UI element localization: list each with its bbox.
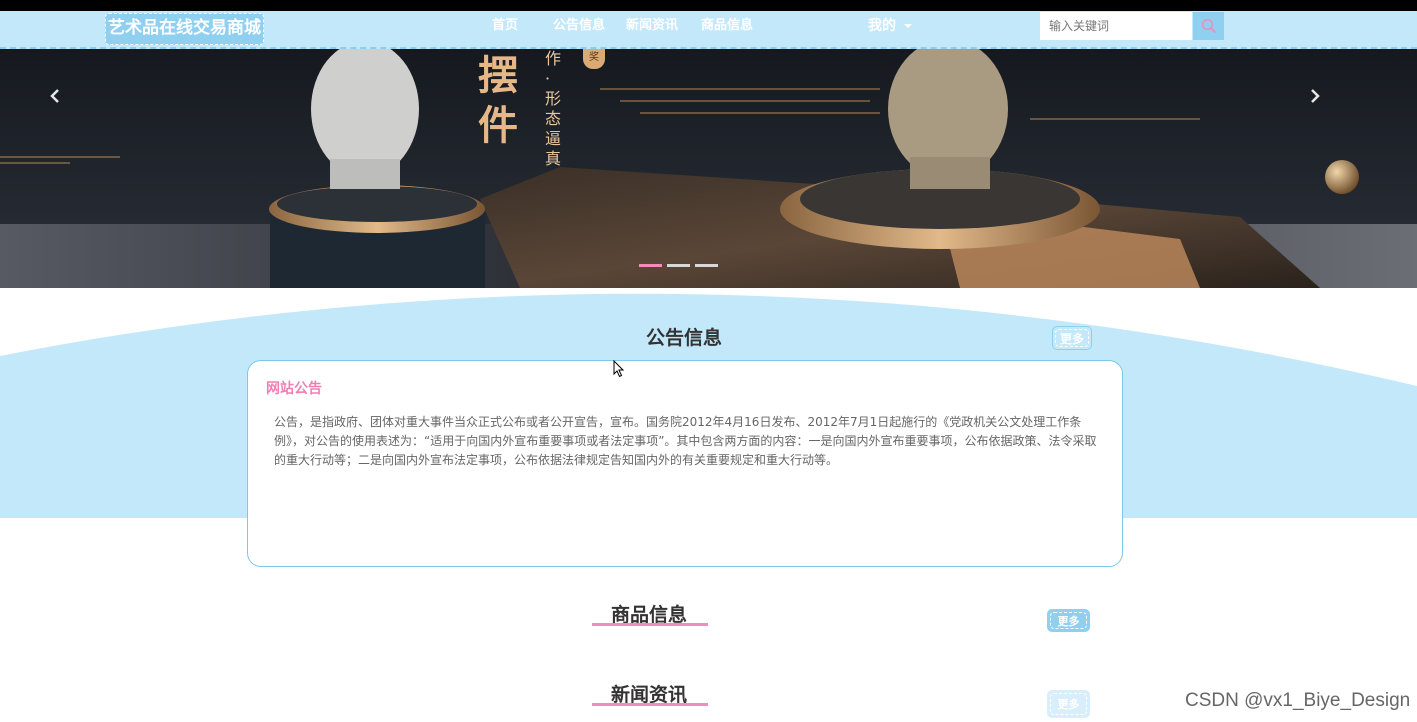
carousel-prev-button[interactable]	[45, 84, 65, 108]
banner-carousel: 摆件 作·形态逼真 奖	[0, 49, 1417, 288]
search-button[interactable]	[1193, 12, 1224, 40]
mouse-cursor-icon	[613, 360, 625, 378]
nav-item-home[interactable]: 首页	[492, 11, 518, 47]
nav-item-news[interactable]: 新闻资讯	[626, 11, 678, 47]
nav-item-notice[interactable]: 公告信息	[553, 11, 605, 47]
products-title-underline	[592, 623, 708, 626]
notice-section-title: 公告信息	[646, 327, 723, 349]
news-more-label: 更多	[1050, 693, 1087, 715]
banner-image	[0, 49, 1417, 288]
banner-calligraphy-main: 摆件	[478, 52, 518, 149]
news-title-underline	[592, 703, 708, 706]
carousel-indicator[interactable]	[667, 264, 690, 267]
notice-card-content: 公告，是指政府、团体对重大事件当众正式公布或者公开宣告，宣布。国务院2012年4…	[274, 415, 1097, 467]
news-more-button[interactable]: 更多	[1047, 690, 1090, 718]
notice-card-label: 网站公告	[266, 381, 322, 397]
carousel-indicator[interactable]	[639, 264, 662, 267]
top-navbar: 艺术品在线交易商城 首页 公告信息 新闻资讯 商品信息 我的	[0, 11, 1417, 49]
notice-card: 网站公告 公告，是指政府、团体对重大事件当众正式公布或者公开宣告，宣布。国务院2…	[247, 360, 1123, 567]
search-input[interactable]	[1040, 12, 1192, 40]
search-icon	[1201, 18, 1216, 33]
notice-more-label: 更多	[1055, 329, 1089, 347]
caret-down-icon	[904, 24, 912, 28]
banner-badge: 奖	[583, 49, 605, 69]
site-brand-title[interactable]: 艺术品在线交易商城	[105, 13, 264, 45]
chevron-left-icon	[50, 89, 59, 103]
carousel-indicator[interactable]	[695, 264, 718, 267]
notice-more-button[interactable]: 更多	[1052, 326, 1092, 350]
products-more-button[interactable]: 更多	[1047, 609, 1090, 632]
chevron-right-icon	[1311, 89, 1320, 103]
carousel-indicators	[639, 264, 718, 267]
products-more-label: 更多	[1050, 612, 1087, 629]
banner-calligraphy-side: 作·形态逼真	[545, 49, 562, 168]
carousel-next-button[interactable]	[1305, 84, 1325, 108]
csdn-watermark: CSDN @vx1_Biye_Design	[1185, 690, 1411, 711]
nav-item-mine-dropdown[interactable]: 我的	[868, 11, 912, 47]
nav-item-products[interactable]: 商品信息	[701, 11, 753, 47]
nav-mine-label: 我的	[868, 18, 896, 34]
window-top-strip	[0, 0, 1417, 11]
